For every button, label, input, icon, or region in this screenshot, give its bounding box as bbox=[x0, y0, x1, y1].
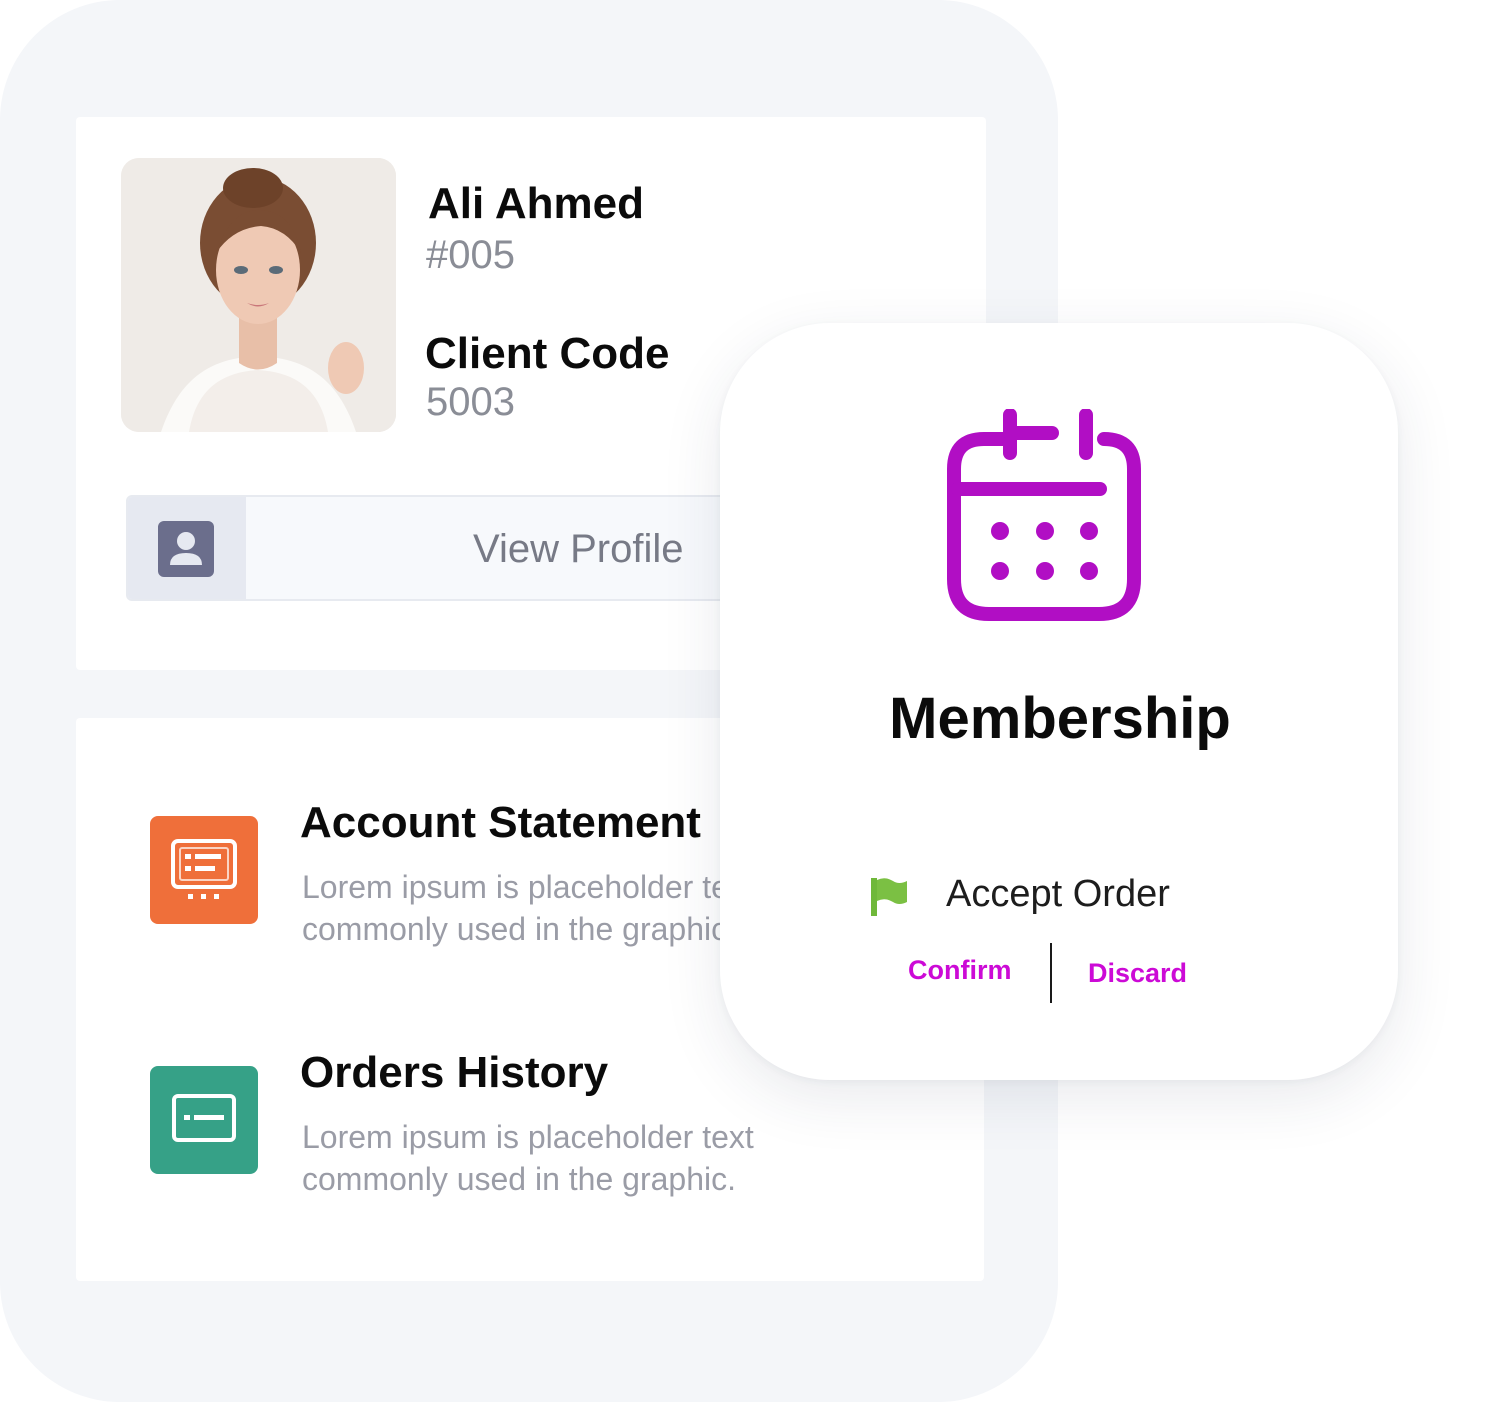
action-divider bbox=[1050, 943, 1052, 1003]
card-icon bbox=[172, 1094, 236, 1142]
statement-icon bbox=[171, 839, 237, 899]
discard-button[interactable]: Discard bbox=[1088, 958, 1187, 989]
view-profile-icon-box bbox=[128, 497, 246, 599]
statement-icon-box bbox=[150, 816, 258, 924]
user-icon bbox=[158, 521, 214, 577]
confirm-button[interactable]: Confirm bbox=[908, 955, 1012, 986]
membership-title: Membership bbox=[889, 686, 1231, 751]
menu-item-description: Lorem ipsum is placeholder text commonly… bbox=[302, 1119, 754, 1197]
client-code-label: Client Code bbox=[425, 329, 670, 378]
accept-order-label: Accept Order bbox=[946, 873, 1170, 915]
client-id: #005 bbox=[426, 233, 515, 277]
flag-icon bbox=[871, 878, 907, 916]
membership-card: Membership Accept Order Confirm Discard bbox=[720, 323, 1398, 1080]
avatar bbox=[121, 158, 396, 432]
view-profile-label: View Profile bbox=[473, 527, 684, 571]
orders-icon-box bbox=[150, 1066, 258, 1174]
client-name: Ali Ahmed bbox=[428, 179, 644, 228]
client-code-value: 5003 bbox=[426, 380, 515, 424]
calendar-icon bbox=[947, 409, 1141, 621]
menu-item-title: Orders History bbox=[300, 1048, 609, 1097]
menu-item-title: Account Statement bbox=[300, 798, 701, 847]
portrait-image bbox=[121, 158, 396, 432]
